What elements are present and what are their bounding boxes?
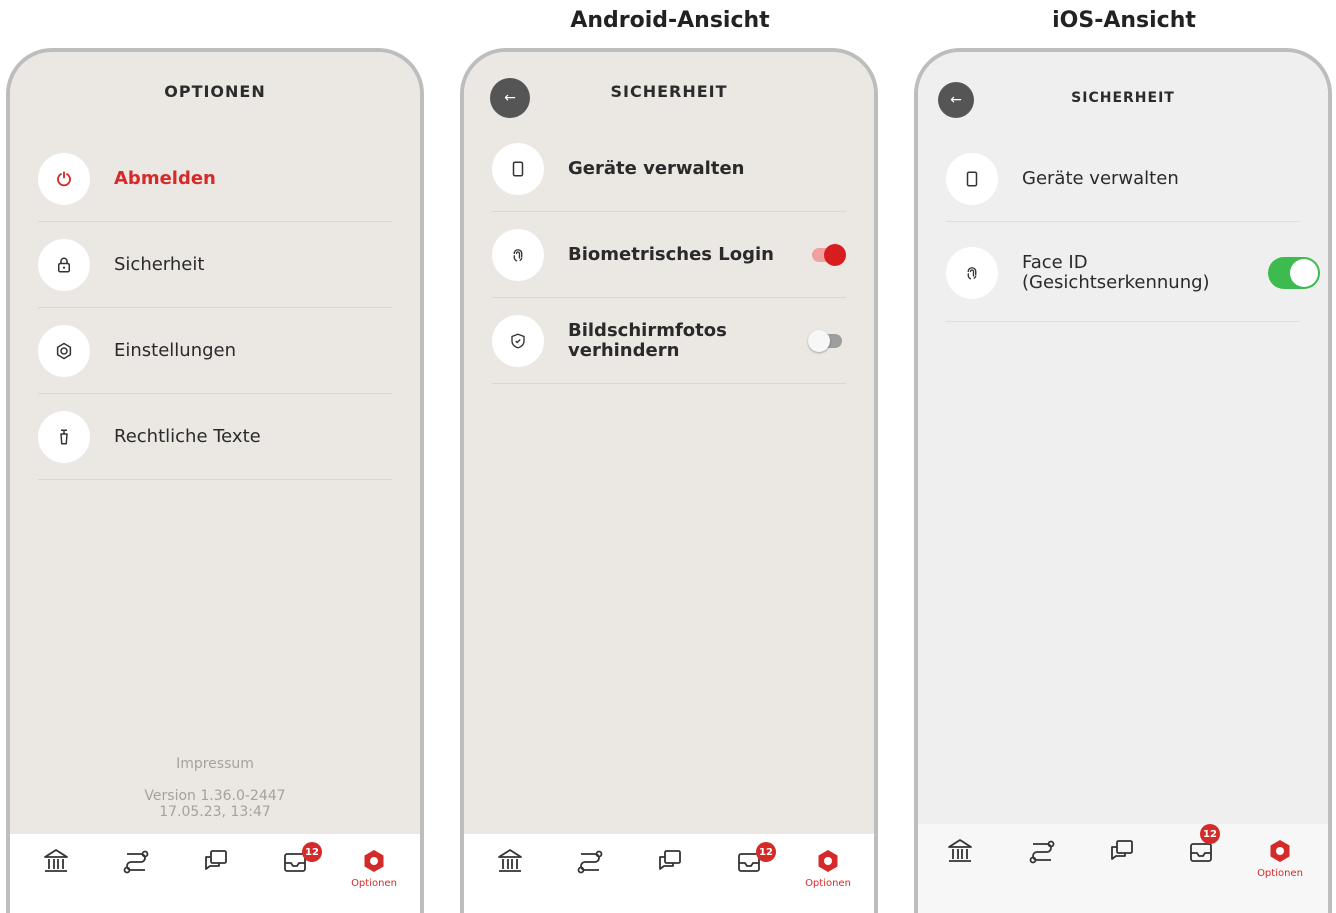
menu-item-label: Rechtliche Texte <box>114 425 261 447</box>
tab-bar: 12 Optionen <box>918 824 1328 913</box>
menu-item-label: Geräte verwalten <box>568 157 745 179</box>
transfer-icon <box>577 850 603 874</box>
inbox-badge: 12 <box>302 842 322 862</box>
menu-item-label: Abmelden <box>114 167 216 189</box>
android-view-title: Android-Ansicht <box>570 8 770 33</box>
page-title: SICHERHEIT <box>1071 90 1175 106</box>
page-title: SICHERHEIT <box>610 82 728 101</box>
phone-icon <box>492 142 544 195</box>
menu-item-label: Einstellungen <box>114 339 237 361</box>
options-icon <box>364 850 384 872</box>
menu-item-abmelden[interactable]: Abmelden <box>38 136 392 222</box>
tab-bar: 12 Optionen <box>10 834 420 913</box>
bank-icon <box>948 839 972 862</box>
tab-optionen-label: Optionen <box>1257 868 1303 879</box>
tab-optionen-label: Optionen <box>805 878 851 889</box>
tab-transfer[interactable] <box>1014 836 1070 892</box>
build-date-text: 17.05.23, 13:47 <box>159 804 271 820</box>
tab-optionen[interactable]: Optionen <box>800 846 856 902</box>
tab-bank[interactable] <box>482 846 538 902</box>
version-text: Version 1.36.0-2447 <box>144 788 286 804</box>
page-title: OPTIONEN <box>164 82 266 101</box>
inbox-badge: 12 <box>756 842 776 862</box>
menu-item-rechtliche-texte[interactable]: Rechtliche Texte <box>38 394 392 480</box>
ios-view-title: iOS-Ansicht <box>1052 8 1196 33</box>
tab-inbox[interactable]: 12 <box>1174 824 1230 892</box>
menu-item-label: Sicherheit <box>114 253 205 275</box>
options-icon <box>818 850 838 872</box>
bank-icon <box>498 849 522 872</box>
tab-bank[interactable] <box>932 836 988 892</box>
menu-item-label: Face ID (Gesichtserkennung) <box>1022 251 1210 293</box>
menu-item-sicherheit[interactable]: Sicherheit <box>38 222 392 308</box>
options-icon <box>1270 840 1290 862</box>
tab-chat[interactable] <box>642 846 698 902</box>
fingerprint-icon <box>492 228 544 281</box>
tab-bank[interactable] <box>28 846 84 902</box>
ios-security-phone: ← SICHERHEIT Geräte verwalten Face ID (G… <box>914 48 1332 913</box>
tab-transfer[interactable] <box>562 846 618 902</box>
transfer-icon <box>123 850 149 874</box>
face-id-toggle[interactable] <box>1268 256 1320 289</box>
chat-icon <box>205 850 227 870</box>
tab-chat[interactable] <box>1094 836 1150 892</box>
tab-inbox[interactable]: 12 <box>268 842 324 902</box>
tab-inbox[interactable]: 12 <box>722 842 778 902</box>
menu-item-face-id[interactable]: Face ID (Gesichtserkennung) <box>946 224 1320 322</box>
biometric-login-toggle[interactable] <box>812 243 846 266</box>
screenshot-block-toggle[interactable] <box>808 329 842 352</box>
lock-icon <box>38 238 90 291</box>
impressum-link[interactable]: Impressum <box>10 756 420 772</box>
phone-icon <box>946 152 998 205</box>
menu-item-biometrisches-login[interactable]: Biometrisches Login <box>492 212 846 298</box>
document-icon <box>38 410 90 463</box>
tab-chat[interactable] <box>188 846 244 902</box>
inbox-badge: 12 <box>1200 824 1220 844</box>
menu-item-bildschirmfotos[interactable]: Bildschirmfotos verhindern <box>492 298 846 384</box>
shield-icon <box>492 314 544 367</box>
menu-item-label: Bildschirmfotos verhindern <box>568 319 727 361</box>
android-security-phone: ← SICHERHEIT Geräte verwalten Biometrisc… <box>460 48 878 913</box>
fingerprint-icon <box>946 246 998 299</box>
tab-bar: 12 Optionen <box>464 834 874 913</box>
tab-transfer[interactable] <box>108 846 164 902</box>
menu-item-einstellungen[interactable]: Einstellungen <box>38 308 392 394</box>
menu-item-label: Biometrisches Login <box>568 243 774 265</box>
settings-icon <box>38 324 90 377</box>
bank-icon <box>44 849 68 872</box>
power-icon <box>38 152 90 205</box>
options-phone: OPTIONEN Abmelden Sicherheit Einstellung… <box>6 48 424 913</box>
chat-icon <box>1111 840 1133 860</box>
tab-optionen[interactable]: Optionen <box>346 846 402 902</box>
menu-item-label: Geräte verwalten <box>1022 167 1179 189</box>
tab-optionen[interactable]: Optionen <box>1252 836 1308 892</box>
tab-optionen-label: Optionen <box>351 878 397 889</box>
menu-item-geraete-verwalten[interactable]: Geräte verwalten <box>492 126 846 212</box>
transfer-icon <box>1029 840 1055 864</box>
menu-item-geraete-verwalten[interactable]: Geräte verwalten <box>946 136 1300 222</box>
chat-icon <box>659 850 681 870</box>
